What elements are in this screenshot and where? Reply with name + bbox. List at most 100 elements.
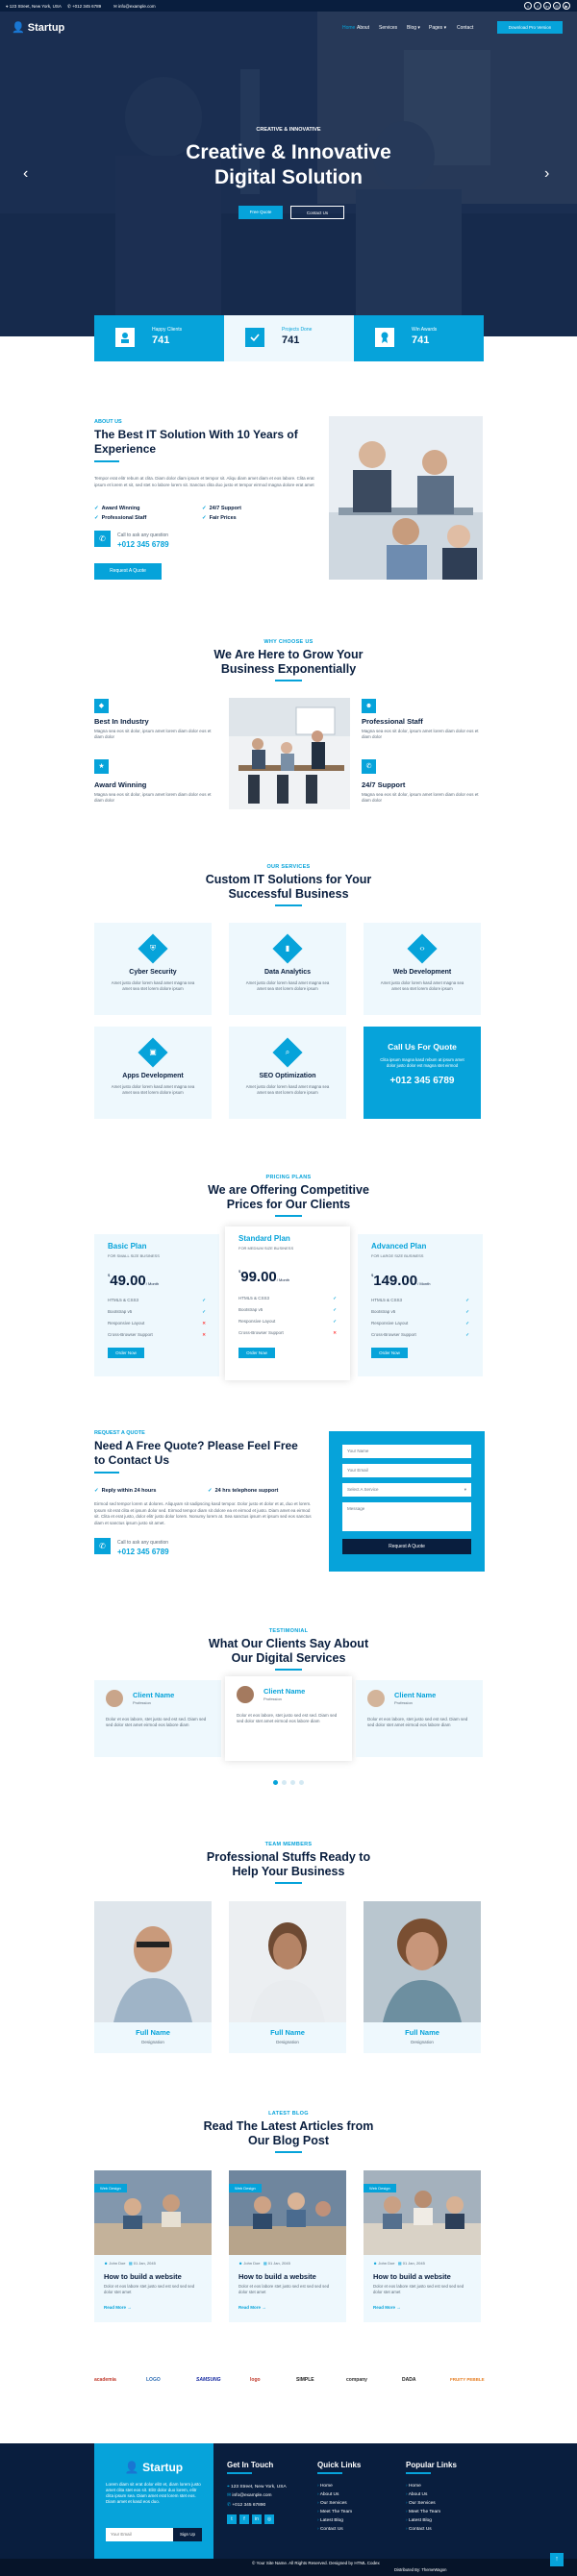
footer-link[interactable]: › About Us (406, 2492, 427, 2497)
brand-logo[interactable]: 👤 Startup (12, 21, 64, 34)
nav-contact[interactable]: Contact (457, 25, 473, 31)
member-role: Designation (411, 2040, 434, 2044)
nav-about[interactable]: About (357, 25, 369, 31)
footer-link[interactable]: › Latest Blog (406, 2518, 432, 2523)
footer-brand[interactable]: 👤 Startup (94, 2461, 213, 2474)
quote-body: Eirmod sed tempor lorem ut dolores. Aliq… (94, 1501, 312, 1525)
blog-post-title[interactable]: How to build a website (104, 2272, 182, 2281)
nav-home[interactable]: Home (342, 25, 355, 31)
email-input[interactable]: Your Email (342, 1464, 471, 1477)
quote-underline (94, 1472, 119, 1474)
footer-link[interactable]: › Meet The Team (406, 2510, 440, 2514)
footer-link[interactable]: › Meet The Team (317, 2510, 352, 2514)
search-icon: ⌕ (272, 1037, 303, 1068)
footer-link[interactable]: › Home (406, 2484, 421, 2489)
title-underline (275, 680, 302, 681)
footer-link[interactable]: › Our Services (317, 2501, 347, 2506)
instagram-icon[interactable]: ◎ (264, 2514, 274, 2524)
request-quote-submit[interactable]: Request A Quote (342, 1539, 471, 1554)
why-item-desc: Magna sea eos sit dolor, ipsum amet lore… (362, 792, 479, 803)
blog-category-badge[interactable]: Web Design (364, 2184, 396, 2192)
message-textarea[interactable]: Message (342, 1502, 471, 1531)
back-to-top-icon[interactable]: ↑ (550, 2553, 564, 2566)
blog-post-title[interactable]: How to build a website (238, 2272, 316, 2281)
about-tag: ABOUT US (94, 419, 122, 425)
service-card[interactable]: ⌕ SEO Optimization Amet justo dolor lorem … (229, 1027, 346, 1119)
cube-icon: ◆ (94, 699, 109, 713)
request-quote-button[interactable]: Request A Quote (94, 563, 162, 580)
plan-feature: HTML5 & CSS3 ✓ (238, 1296, 337, 1300)
service-desc: Amet justo dolor lorem kasd amet magna s… (245, 980, 330, 991)
footer-link[interactable]: › Latest Blog (317, 2518, 343, 2523)
read-more-link[interactable]: Read More → (238, 2305, 266, 2310)
blog-category-badge[interactable]: Web Design (229, 2184, 262, 2192)
service-title: SEO Optimization (259, 1073, 316, 1079)
blog-post-title[interactable]: How to build a website (373, 2272, 451, 2281)
nav-pages[interactable]: Pages ▾ (429, 25, 446, 31)
blog-category-badge[interactable]: Web Design (94, 2184, 127, 2192)
carousel-dot[interactable] (273, 1780, 278, 1785)
name-input[interactable]: Your Name (342, 1445, 471, 1458)
service-desc: Amet justo dolor lorem kasd amet magna s… (245, 1084, 330, 1095)
order-now-button[interactable]: Order Now (108, 1348, 144, 1358)
copyright-text: © Your Site Name. All Rights Reserved. D… (252, 2561, 380, 2565)
twitter-icon[interactable]: t (524, 2, 532, 10)
facebook-icon[interactable]: f (239, 2514, 249, 2524)
footer-link[interactable]: › Contact Us (317, 2527, 343, 2532)
download-pro-button[interactable]: Download Pro Version (497, 21, 563, 34)
distributed-text: Distributed By: ThemeWagon (394, 2567, 447, 2572)
calendar-icon: ▦ (263, 2261, 267, 2266)
check-icon: ✓ (94, 515, 99, 521)
read-more-link[interactable]: Read More → (104, 2305, 132, 2310)
service-select[interactable]: Select A Service ▾ (342, 1483, 471, 1497)
service-card[interactable]: ▮ Data Analytics Amet justo dolor lorem ka… (229, 923, 346, 1015)
service-desc: Amet justo dolor lorem kasd amet magna s… (380, 980, 464, 991)
arrow-right-icon: › (406, 2501, 408, 2506)
footer-about: Lorem diam sit erat dolor elitr et, diam… (106, 2482, 201, 2504)
service-card[interactable]: ‹› Web Development Amet justo dolor lorem … (364, 923, 481, 1015)
nav-services[interactable]: Services (379, 25, 397, 31)
signup-button[interactable]: Sign Up (173, 2528, 202, 2541)
linkedin-icon[interactable]: in (543, 2, 551, 10)
facebook-icon[interactable]: f (534, 2, 541, 10)
footer-link[interactable]: › About Us (317, 2492, 339, 2497)
service-card[interactable]: ⛨ Cyber Security Amet justo dolor lorem ka… (94, 923, 212, 1015)
contact-us-button[interactable]: Contact Us (290, 206, 344, 219)
carousel-dot[interactable] (282, 1780, 287, 1785)
carousel-next-icon[interactable]: › (544, 165, 549, 183)
chevron-down-icon: ▾ (443, 25, 447, 31)
why-item-desc: Magna sea eos sit dolor, ipsum amet lore… (362, 729, 479, 739)
carousel-dot[interactable] (299, 1780, 304, 1785)
check-icon: ✓ (333, 1296, 337, 1300)
why-item-title: Professional Staff (362, 717, 423, 726)
carousel-prev-icon[interactable]: ‹ (23, 165, 28, 183)
linkedin-icon[interactable]: in (252, 2514, 262, 2524)
youtube-icon[interactable]: ▶ (563, 2, 570, 10)
plan-price: $99.00/ Month (238, 1269, 290, 1285)
plan-feature: Bootstrap v5 ✓ (371, 1309, 469, 1314)
pricing-title: We are Offering Competitive Prices for Ou… (0, 1183, 577, 1217)
free-quote-button[interactable]: Free Quote (238, 206, 283, 219)
arrow-right-icon: › (317, 2484, 319, 2489)
read-more-link[interactable]: Read More → (373, 2305, 401, 2310)
carousel-dot[interactable] (290, 1780, 295, 1785)
nav-blog[interactable]: Blog ▾ (407, 25, 420, 31)
newsletter-email-input[interactable]: Your Email (106, 2528, 173, 2541)
order-now-button[interactable]: Order Now (238, 1348, 275, 1358)
order-now-button[interactable]: Order Now (371, 1348, 408, 1358)
phone-icon: ✆ (362, 759, 376, 774)
client-profession: Profession (263, 1697, 282, 1701)
footer-link[interactable]: › Our Services (406, 2501, 436, 2506)
chevron-down-icon: ▾ (464, 1487, 466, 1492)
plan-feature: Cross-Browser Support ✕ (238, 1330, 337, 1335)
footer-link[interactable]: › Contact Us (406, 2527, 432, 2532)
client-name: Client Name (133, 1691, 175, 1699)
instagram-icon[interactable]: ◎ (553, 2, 561, 10)
twitter-icon[interactable]: t (227, 2514, 237, 2524)
blog-card: Web Design ☻ John Doe ▦ 01 Jan, 2045 How… (364, 2170, 481, 2322)
arrow-right-icon: → (127, 2305, 132, 2310)
service-card[interactable]: ▣ Apps Development Amet justo dolor lorem … (94, 1027, 212, 1119)
footer-underline (317, 2472, 342, 2474)
footer-link[interactable]: › Home (317, 2484, 333, 2489)
reply-feature: ✓ Reply within 24 hours (94, 1488, 157, 1494)
